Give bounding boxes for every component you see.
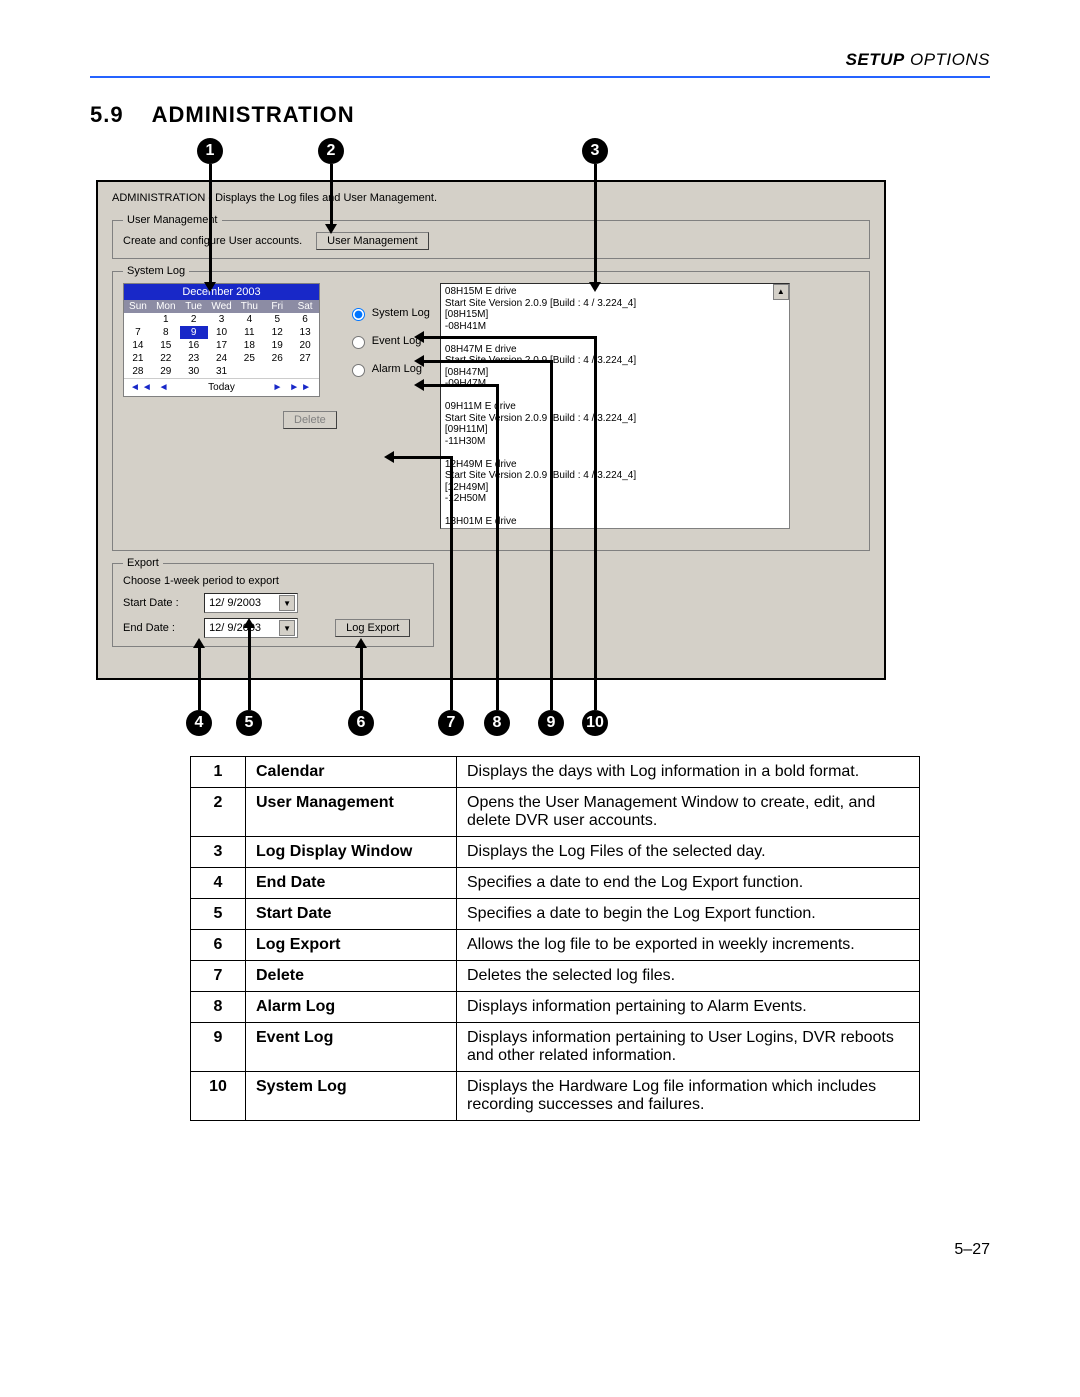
system-log-radio[interactable]: System Log (347, 305, 430, 321)
calendar-day[interactable]: 23 (180, 352, 208, 365)
header-rule (90, 76, 990, 78)
calendar-day[interactable]: 24 (208, 352, 236, 365)
table-row: 4End DateSpecifies a date to end the Log… (191, 868, 920, 899)
callout-4: 4 (186, 710, 212, 736)
chevron-down-icon[interactable]: ▼ (279, 620, 295, 636)
section-title: 5.9ADMINISTRATION (90, 102, 990, 128)
calendar-day[interactable]: 26 (263, 352, 291, 365)
callout-5: 5 (236, 710, 262, 736)
user-mgmt-text: Create and configure User accounts. (123, 235, 302, 247)
calendar-day[interactable]: 18 (235, 339, 263, 352)
calendar-day[interactable]: 2 (180, 313, 208, 326)
legend-table: 1CalendarDisplays the days with Log info… (190, 756, 920, 1121)
arrow-3 (589, 282, 601, 292)
calendar-day[interactable]: 29 (152, 365, 180, 378)
calendar-day[interactable]: 17 (208, 339, 236, 352)
calendar-day[interactable]: 25 (235, 352, 263, 365)
callout-1: 1 (197, 138, 223, 164)
callout-9: 9 (538, 710, 564, 736)
calendar-day[interactable]: 21 (124, 352, 152, 365)
calendar-day[interactable]: 7 (124, 326, 152, 339)
calendar-day[interactable]: 22 (152, 352, 180, 365)
calendar-prev-icon[interactable]: ◄◄ ◄ (130, 382, 170, 393)
calendar[interactable]: December 2003 SunMonTueWedThuFriSat 1234… (123, 283, 320, 397)
calendar-day[interactable]: 1 (152, 313, 180, 326)
start-date-label: Start Date : (123, 597, 201, 609)
arrow-1 (204, 282, 216, 292)
user-management-group: User Management Create and configure Use… (112, 214, 870, 259)
admin-intro: ADMINISTRATION - Displays the Log files … (98, 182, 884, 210)
delete-button[interactable]: Delete (283, 411, 337, 429)
calendar-day[interactable]: 12 (263, 326, 291, 339)
calendar-day[interactable]: 3 (208, 313, 236, 326)
calendar-day[interactable]: 9 (180, 326, 208, 339)
calendar-day[interactable]: 4 (235, 313, 263, 326)
export-group: Export Choose 1-week period to export St… (112, 557, 434, 647)
calendar-day[interactable]: 15 (152, 339, 180, 352)
calendar-day (124, 313, 152, 326)
table-row: 7DeleteDeletes the selected log files. (191, 961, 920, 992)
calendar-title: December 2003 (124, 284, 319, 300)
pointer-2 (330, 164, 333, 224)
log-export-button[interactable]: Log Export (335, 619, 410, 637)
calendar-day[interactable]: 16 (180, 339, 208, 352)
calendar-day (291, 365, 319, 378)
page-header: SETUP OPTIONS (90, 50, 990, 70)
end-date-label: End Date : (123, 622, 201, 634)
table-row: 8Alarm LogDisplays information pertainin… (191, 992, 920, 1023)
callout-7: 7 (438, 710, 464, 736)
calendar-day[interactable]: 14 (124, 339, 152, 352)
calendar-next-icon[interactable]: ► ►► (273, 382, 313, 393)
calendar-day[interactable]: 11 (235, 326, 263, 339)
arrow-2 (325, 224, 337, 234)
table-row: 1CalendarDisplays the days with Log info… (191, 757, 920, 788)
calendar-day (263, 365, 291, 378)
table-row: 2User ManagementOpens the User Managemen… (191, 788, 920, 837)
calendar-day[interactable]: 13 (291, 326, 319, 339)
export-hint: Choose 1-week period to export (123, 575, 423, 587)
table-row: 10System LogDisplays the Hardware Log fi… (191, 1072, 920, 1121)
system-log-group: System Log December 2003 SunMonTueWedThu… (112, 265, 870, 551)
start-date-field[interactable]: 12/ 9/2003 ▼ (204, 593, 298, 613)
calendar-day[interactable]: 5 (263, 313, 291, 326)
callout-2: 2 (318, 138, 344, 164)
calendar-day[interactable]: 28 (124, 365, 152, 378)
pointer-1 (209, 164, 212, 282)
page-number: 5–27 (90, 1241, 990, 1259)
calendar-day[interactable]: 6 (291, 313, 319, 326)
calendar-day[interactable]: 10 (208, 326, 236, 339)
user-management-button[interactable]: User Management (316, 232, 429, 250)
table-row: 9Event LogDisplays information pertainin… (191, 1023, 920, 1072)
callout-3: 3 (582, 138, 608, 164)
callout-8: 8 (484, 710, 510, 736)
table-row: 5Start DateSpecifies a date to begin the… (191, 899, 920, 930)
admin-window: ADMINISTRATION - Displays the Log files … (96, 180, 886, 680)
callout-6: 6 (348, 710, 374, 736)
chevron-down-icon[interactable]: ▼ (279, 595, 295, 611)
log-display-window[interactable]: 08H15M E drive Start Site Version 2.0.9 … (440, 283, 790, 529)
calendar-day[interactable]: 31 (208, 365, 236, 378)
calendar-day[interactable]: 19 (263, 339, 291, 352)
table-row: 3Log Display WindowDisplays the Log File… (191, 837, 920, 868)
table-row: 6Log ExportAllows the log file to be exp… (191, 930, 920, 961)
scroll-up-icon[interactable]: ▲ (773, 284, 789, 300)
calendar-day[interactable]: 27 (291, 352, 319, 365)
calendar-nav[interactable]: ◄◄ ◄ Today ► ►► (124, 378, 319, 396)
callout-10: 10 (582, 710, 608, 736)
calendar-day[interactable]: 30 (180, 365, 208, 378)
calendar-day (235, 365, 263, 378)
calendar-day[interactable]: 20 (291, 339, 319, 352)
calendar-today-button[interactable]: Today (208, 382, 235, 393)
annotated-screenshot: 1 2 3 ADMINISTRATION - Displays the Log … (86, 138, 896, 748)
calendar-day[interactable]: 8 (152, 326, 180, 339)
pointer-3 (594, 164, 597, 282)
